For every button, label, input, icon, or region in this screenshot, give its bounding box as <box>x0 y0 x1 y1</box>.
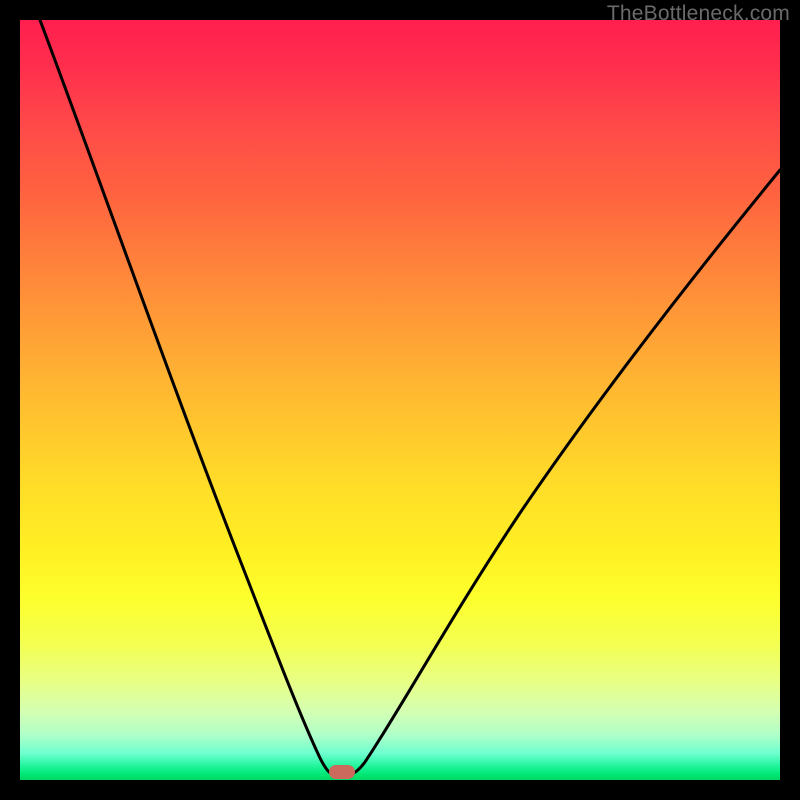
optimal-point-marker <box>329 765 355 779</box>
curve-svg <box>20 20 780 780</box>
plot-frame <box>20 20 780 780</box>
bottleneck-curve-path <box>40 20 780 774</box>
